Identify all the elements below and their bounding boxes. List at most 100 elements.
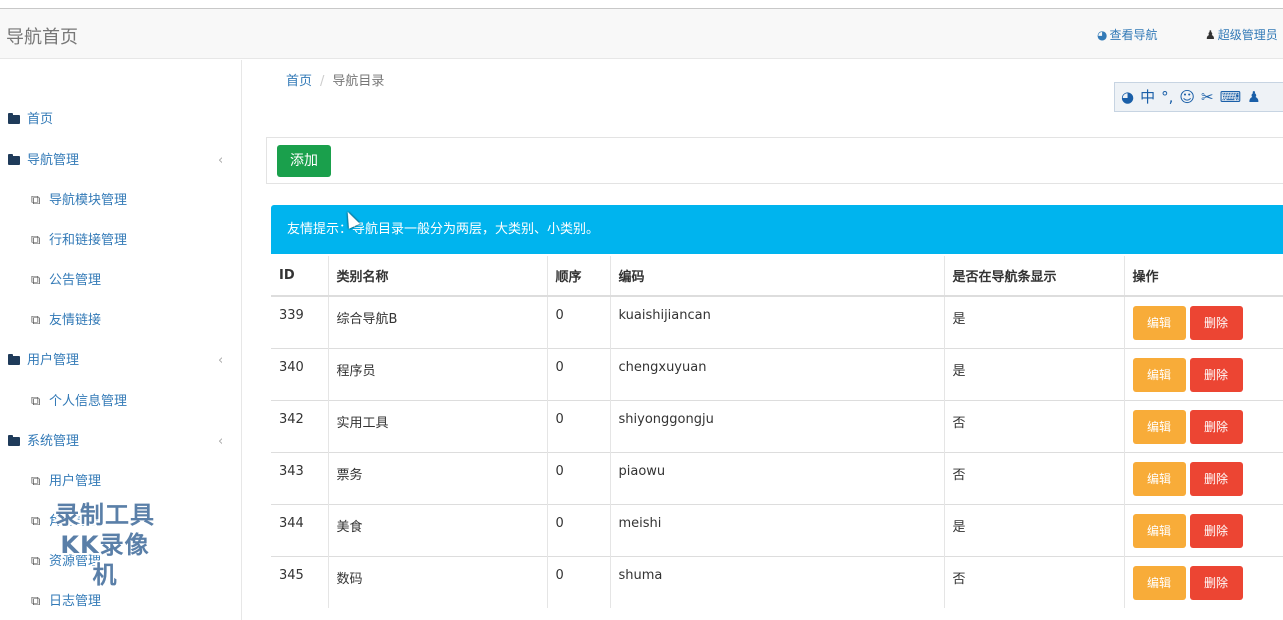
view-navigation-link[interactable]: ◕ 查看导航 bbox=[1097, 26, 1158, 43]
cell-show: 否 bbox=[944, 451, 1125, 504]
sidebar-item-profile[interactable]: ⧉ 个人信息管理 bbox=[0, 383, 242, 421]
folder-icon bbox=[8, 435, 20, 446]
user-icon: ♟ bbox=[1205, 28, 1216, 42]
cell-show: 否 bbox=[944, 555, 1125, 608]
delete-button[interactable]: 删除 bbox=[1189, 461, 1243, 496]
copy-icon: ⧉ bbox=[31, 394, 41, 409]
cell-name: 综合导航B bbox=[328, 295, 548, 348]
cell-order: 0 bbox=[547, 555, 611, 608]
category-table: ID 类别名称 顺序 编码 是否在导航条显示 操作 339 综合导航B 0 kuais… bbox=[271, 256, 1283, 608]
cell-order: 0 bbox=[547, 295, 611, 348]
admin-user-menu[interactable]: ♟ 超级管理员 bbox=[1205, 26, 1278, 43]
sidebar-item-label: 导航管理 bbox=[27, 153, 80, 168]
sidebar-item-home[interactable]: 首页 bbox=[0, 101, 242, 139]
breadcrumb-separator: / bbox=[320, 74, 325, 89]
watermark-line-2: KK录像机 bbox=[60, 531, 150, 589]
sidebar-item-announcements[interactable]: ⧉ 公告管理 bbox=[0, 262, 242, 300]
cell-code: shiyonggongju bbox=[610, 399, 945, 452]
column-header-show: 是否在导航条显示 bbox=[944, 256, 1125, 297]
edit-button[interactable]: 编辑 bbox=[1132, 306, 1186, 340]
scissors-icon[interactable]: ✂ bbox=[1201, 88, 1214, 106]
copy-icon: ⧉ bbox=[31, 514, 41, 529]
ime-logo-icon[interactable]: ◕ bbox=[1121, 88, 1134, 106]
edit-button[interactable]: 编辑 bbox=[1132, 461, 1186, 496]
delete-button[interactable]: 删除 bbox=[1189, 565, 1243, 600]
table-row: 343 票务 0 piaowu 否编辑 删除 bbox=[271, 451, 1283, 504]
delete-button[interactable]: 删除 bbox=[1189, 306, 1243, 340]
cell-actions: 编辑 删除 bbox=[1124, 451, 1283, 504]
cell-actions: 编辑 删除 bbox=[1124, 399, 1283, 452]
column-header-id: ID bbox=[271, 256, 329, 297]
ime-punctuation-toggle[interactable]: °, bbox=[1161, 88, 1173, 106]
sidebar-item-label: 行和链接管理 bbox=[49, 233, 128, 248]
edit-button[interactable]: 编辑 bbox=[1132, 409, 1186, 444]
user-icon[interactable]: ♟ bbox=[1247, 88, 1260, 106]
copy-icon: ⧉ bbox=[31, 474, 41, 489]
cell-actions: 编辑 删除 bbox=[1124, 503, 1283, 556]
cell-order: 0 bbox=[547, 347, 611, 400]
sidebar-item-nav-management[interactable]: 导航管理 ‹ bbox=[0, 142, 242, 180]
folder-icon bbox=[8, 154, 20, 165]
copy-icon: ⧉ bbox=[31, 273, 41, 288]
view-navigation-label: 查看导航 bbox=[1109, 28, 1158, 42]
delete-button[interactable]: 删除 bbox=[1189, 409, 1243, 444]
copy-icon: ⧉ bbox=[31, 233, 41, 248]
edit-button[interactable]: 编辑 bbox=[1132, 357, 1186, 392]
main-content: 首页 / 导航目录 ◕ 中 °, ☺ ✂ ⌨ ♟ 添加 友情提示：导航目录一般分为两层，大类别、… bbox=[242, 60, 1283, 620]
column-header-order: 顺序 bbox=[547, 256, 611, 297]
keyboard-icon[interactable]: ⌨ bbox=[1220, 88, 1242, 106]
sidebar-item-nav-module[interactable]: ⧉ 导航模块管理 bbox=[0, 182, 242, 220]
edit-button[interactable]: 编辑 bbox=[1132, 513, 1186, 548]
cell-id: 343 bbox=[271, 451, 329, 504]
cell-order: 0 bbox=[547, 399, 611, 452]
ime-toolbar: ◕ 中 °, ☺ ✂ ⌨ ♟ bbox=[1114, 82, 1283, 112]
sidebar-item-label: 系统管理 bbox=[27, 434, 80, 449]
admin-user-label: 超级管理员 bbox=[1217, 28, 1278, 42]
delete-button[interactable]: 删除 bbox=[1189, 513, 1243, 548]
table-row: 345 数码 0 shuma 否编辑 删除 bbox=[271, 555, 1283, 608]
emoji-icon[interactable]: ☺ bbox=[1179, 88, 1195, 106]
table-header-row: ID 类别名称 顺序 编码 是否在导航条显示 操作 bbox=[271, 256, 1283, 297]
cell-name: 美食 bbox=[328, 503, 548, 556]
brand-title[interactable]: 导航首页 bbox=[6, 23, 78, 49]
edit-button[interactable]: 编辑 bbox=[1132, 565, 1186, 600]
cell-code: piaowu bbox=[610, 451, 945, 504]
column-header-actions: 操作 bbox=[1124, 256, 1283, 297]
sidebar-item-user-management[interactable]: 用户管理 ‹ bbox=[0, 342, 242, 380]
sidebar-item-rows-links[interactable]: ⧉ 行和链接管理 bbox=[0, 222, 242, 260]
sidebar-item-label: 公告管理 bbox=[49, 273, 102, 288]
cell-name: 程序员 bbox=[328, 347, 548, 400]
sidebar-item-label: 用户管理 bbox=[49, 474, 102, 489]
sidebar-item-label: 友情链接 bbox=[49, 313, 102, 328]
add-button[interactable]: 添加 bbox=[277, 145, 331, 177]
sidebar-item-label: 用户管理 bbox=[27, 353, 80, 368]
table-row: 342 实用工具 0 shiyonggongju 否编辑 删除 bbox=[271, 399, 1283, 452]
cell-actions: 编辑 删除 bbox=[1124, 347, 1283, 400]
sidebar-item-label: 首页 bbox=[27, 112, 54, 127]
copy-icon: ⧉ bbox=[31, 193, 41, 208]
chevron-left-icon: ‹ bbox=[218, 353, 224, 368]
cell-name: 实用工具 bbox=[328, 399, 548, 452]
chevron-left-icon: ‹ bbox=[218, 434, 224, 449]
sidebar-item-users[interactable]: ⧉ 用户管理 bbox=[0, 463, 242, 501]
breadcrumb-home[interactable]: 首页 bbox=[286, 74, 312, 89]
sidebar-item-system-management[interactable]: 系统管理 ‹ bbox=[0, 423, 242, 461]
cell-actions: 编辑 删除 bbox=[1124, 295, 1283, 348]
cell-id: 339 bbox=[271, 295, 329, 348]
folder-icon bbox=[8, 354, 20, 365]
ime-chinese-toggle[interactable]: 中 bbox=[1140, 88, 1155, 106]
sidebar-item-friend-links[interactable]: ⧉ 友情链接 bbox=[0, 302, 242, 340]
cell-code: shuma bbox=[610, 555, 945, 608]
cell-name: 数码 bbox=[328, 555, 548, 608]
table-row: 339 综合导航B 0 kuaishijiancan 是编辑 删除 bbox=[271, 295, 1283, 348]
delete-button[interactable]: 删除 bbox=[1189, 357, 1243, 392]
cell-show: 否 bbox=[944, 399, 1125, 452]
cell-order: 0 bbox=[547, 503, 611, 556]
cell-id: 340 bbox=[271, 347, 329, 400]
cell-name: 票务 bbox=[328, 451, 548, 504]
top-navbar: 导航首页 ◕ 查看导航 ♟ 超级管理员 bbox=[0, 9, 1283, 59]
cell-code: meishi bbox=[610, 503, 945, 556]
table-row: 344 美食 0 meishi 是编辑 删除 bbox=[271, 503, 1283, 556]
chevron-left-icon: ‹ bbox=[218, 153, 224, 168]
globe-icon: ◕ bbox=[1097, 28, 1108, 42]
